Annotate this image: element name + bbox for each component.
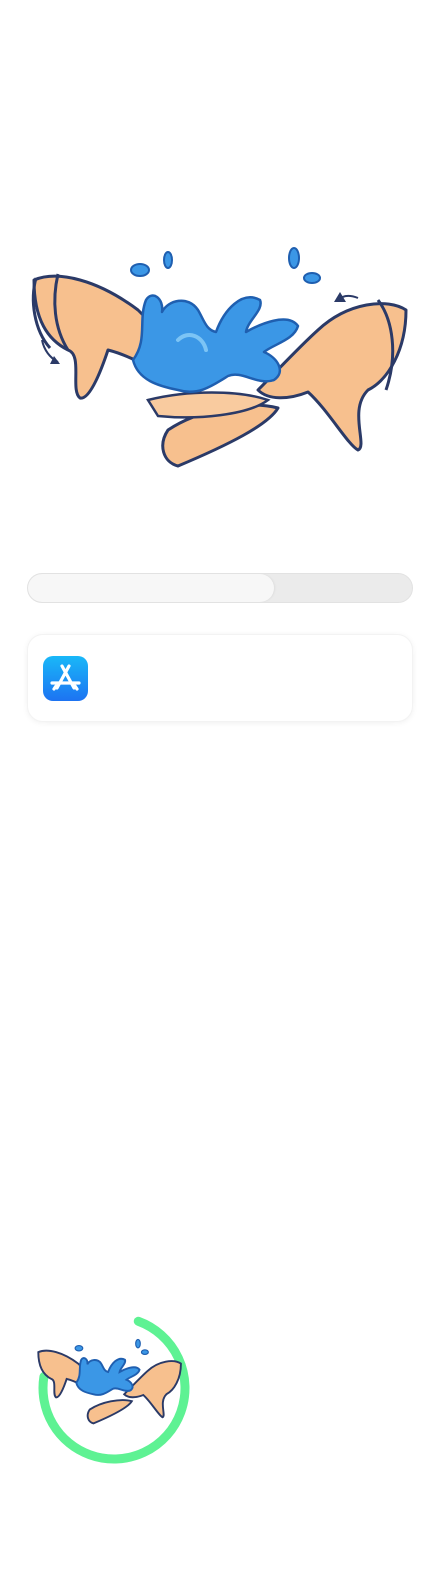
progress-fill — [28, 574, 274, 602]
wash-timer — [34, 1308, 194, 1468]
progress-bar — [27, 573, 413, 603]
hands-washing-water-splash-icon — [37, 1338, 182, 1425]
app-store-icon — [43, 656, 88, 701]
hands-washing-water-splash-icon — [31, 247, 408, 468]
app-card[interactable] — [27, 634, 413, 722]
hands-washing-illustration — [28, 240, 414, 476]
